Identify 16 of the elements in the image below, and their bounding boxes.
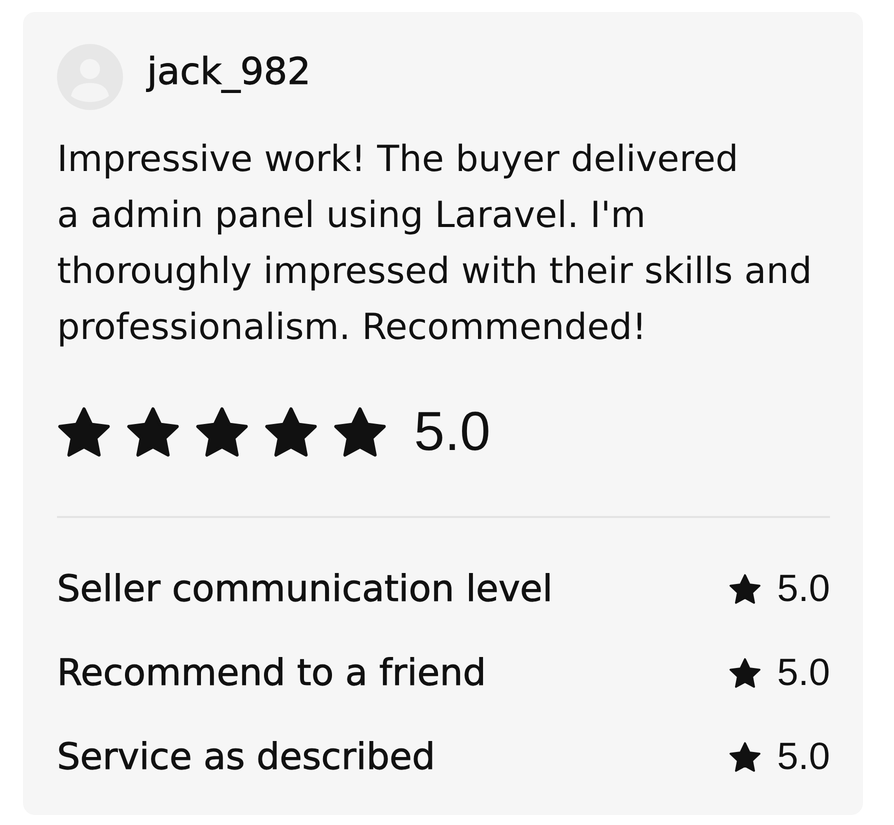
rating-value: 5.0 xyxy=(414,404,490,459)
criterion-label: Service as described xyxy=(57,734,436,780)
star-icon xyxy=(729,574,762,604)
criterion-label: Seller communication level xyxy=(57,566,553,612)
star-icon xyxy=(195,406,249,456)
star-icon xyxy=(333,406,387,456)
star-icon xyxy=(729,658,762,688)
star-icon xyxy=(729,742,762,772)
criterion-rating: 5.0 xyxy=(777,566,830,612)
star-icon xyxy=(126,406,180,456)
criterion-rating: 5.0 xyxy=(777,650,830,696)
star-icon xyxy=(264,406,318,456)
criterion-label: Recommend to a friend xyxy=(57,650,486,696)
review-text: Impressive work! The buyer delivered a admin panel using Laravel. I'm thoroughly impressed with their skills and professionalism. Recommended! xyxy=(57,138,813,350)
star-icon xyxy=(57,406,111,456)
criterion-rating: 5.0 xyxy=(777,734,830,780)
